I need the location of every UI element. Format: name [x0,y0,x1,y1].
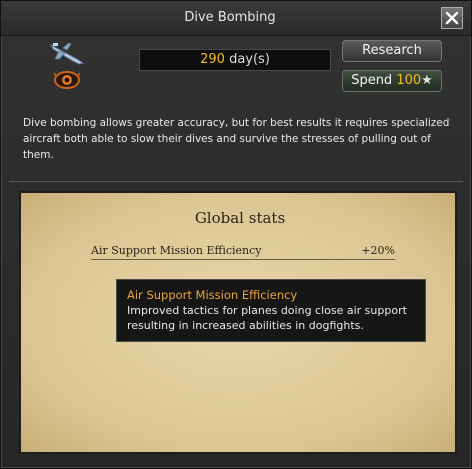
spend-button[interactable]: Spend 100★ [342,70,442,92]
tooltip-body: Improved tactics for planes doing close … [127,304,407,332]
star-icon: ★ [421,73,433,88]
stat-tooltip: Air Support Mission Efficiency Improved … [116,279,426,342]
research-button[interactable]: Research [342,40,442,62]
stat-value: +20% [361,244,395,257]
close-x-icon [445,11,459,25]
stat-row[interactable]: Air Support Mission Efficiency +20% [91,243,395,260]
dive-bomber-plane-icon [49,42,85,65]
window-title: Dive Bombing [184,10,276,25]
title-bar: Dive Bombing [1,1,471,36]
research-button-label: Research [362,43,422,58]
tech-description: Dive bombing allows greater accuracy, bu… [23,117,450,161]
stat-name: Air Support Mission Efficiency [91,244,262,257]
stats-title: Global stats [194,209,286,227]
days-unit: day(s) [229,52,270,67]
tooltip-title: Air Support Mission Efficiency [127,288,298,302]
divider [9,181,463,182]
research-days-display: 290 day(s) [139,49,331,71]
spend-cost: 100 [396,73,422,88]
days-value: 290 [200,52,225,67]
tech-window: Dive Bombing 290 day(s) Research Spend 1… [0,0,472,469]
spend-button-label: Spend [351,73,393,88]
eye-emblem-icon [53,71,81,89]
close-button[interactable] [441,7,463,29]
